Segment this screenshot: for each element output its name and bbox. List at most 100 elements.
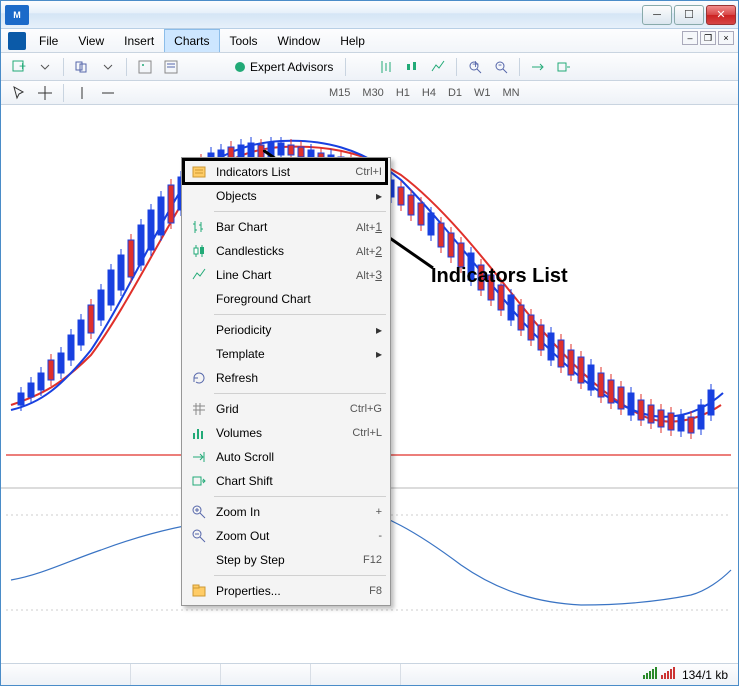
market-watch-button[interactable] [133, 56, 157, 78]
menu-item-label: Objects [216, 189, 376, 203]
close-button[interactable]: ✕ [706, 5, 736, 25]
menu-item-refresh[interactable]: Refresh [184, 366, 388, 390]
crosshair-button[interactable] [33, 82, 57, 104]
zoom-out-button[interactable]: - [489, 56, 513, 78]
menu-item-foreground-chart[interactable]: Foreground Chart [184, 287, 388, 311]
menu-shortcut: + [376, 506, 382, 518]
app-window: M ─ ☐ ✕ File View Insert Charts Tools Wi… [0, 0, 739, 686]
menu-item-line-chart[interactable]: Line ChartAlt+3 [184, 263, 388, 287]
transfer-label: 134/1 kb [682, 668, 728, 682]
submenu-arrow-icon: ▸ [376, 189, 382, 203]
menu-item-step-by-step[interactable]: Step by StepF12 [184, 548, 388, 572]
menu-item-label: Line Chart [216, 268, 356, 282]
chartshift-button[interactable] [552, 56, 576, 78]
expert-advisors-button[interactable]: Expert Advisors [227, 56, 339, 78]
candle-icon [188, 243, 210, 259]
menu-item-periodicity[interactable]: Periodicity▸ [184, 318, 388, 342]
vline-button[interactable] [70, 82, 94, 104]
maximize-button[interactable]: ☐ [674, 5, 704, 25]
menu-item-label: Refresh [216, 371, 382, 385]
menu-item-label: Step by Step [216, 553, 363, 567]
menu-charts[interactable]: Charts [164, 29, 219, 52]
menu-item-label: Indicators List [216, 165, 355, 179]
titlebar: M ─ ☐ ✕ [1, 1, 738, 29]
new-chart-button[interactable]: + [7, 56, 31, 78]
zoom-in-icon [188, 504, 210, 520]
menu-item-label: Candlesticks [216, 244, 356, 258]
chartshift-icon [188, 473, 210, 489]
menu-item-label: Volumes [216, 426, 352, 440]
tf-m30[interactable]: M30 [357, 85, 388, 101]
tf-d1[interactable]: D1 [443, 85, 467, 101]
menu-file[interactable]: File [29, 29, 68, 52]
menu-item-volumes[interactable]: VolumesCtrl+L [184, 421, 388, 445]
properties-icon [188, 583, 210, 599]
line-chart-icon [188, 267, 210, 283]
tf-h1[interactable]: H1 [391, 85, 415, 101]
dropdown-arrow[interactable] [33, 56, 57, 78]
candle-chart-button[interactable] [400, 56, 424, 78]
menu-tools[interactable]: Tools [220, 29, 268, 52]
profiles-button[interactable] [70, 56, 94, 78]
bar-chart-button[interactable] [374, 56, 398, 78]
annotation-label: Indicators List [431, 265, 568, 288]
menu-item-objects[interactable]: Objects▸ [184, 184, 388, 208]
bar-chart-icon [188, 219, 210, 235]
zoom-in-button[interactable]: + [463, 56, 487, 78]
menu-item-indicators-list[interactable]: Indicators ListCtrl+I [184, 160, 388, 184]
expert-advisors-label: Expert Advisors [250, 60, 333, 74]
svg-text:+: + [19, 59, 26, 73]
menu-item-label: Zoom In [216, 505, 376, 519]
menu-item-label: Auto Scroll [216, 450, 382, 464]
toolbar-drawing: M15 M30 H1 H4 D1 W1 MN [1, 81, 738, 105]
tf-m15[interactable]: M15 [324, 85, 355, 101]
menu-shortcut: Ctrl+L [352, 427, 382, 439]
tf-mn[interactable]: MN [498, 85, 525, 101]
statusbar: 134/1 kb [1, 663, 738, 685]
autoscroll-button[interactable] [526, 56, 550, 78]
svg-text:+: + [472, 59, 479, 71]
expert-icon [233, 60, 247, 74]
minimize-button[interactable]: ─ [642, 5, 672, 25]
svg-text:-: - [498, 59, 502, 71]
menu-shortcut: F12 [363, 554, 382, 566]
menu-item-template[interactable]: Template▸ [184, 342, 388, 366]
menu-item-grid[interactable]: GridCtrl+G [184, 397, 388, 421]
indicator-list-icon [188, 164, 210, 180]
menu-item-zoom-out[interactable]: Zoom Out- [184, 524, 388, 548]
hline-button[interactable] [96, 82, 120, 104]
menu-shortcut: - [378, 530, 382, 542]
menu-item-label: Bar Chart [216, 220, 356, 234]
menu-item-zoom-in[interactable]: Zoom In+ [184, 500, 388, 524]
menu-view[interactable]: View [68, 29, 114, 52]
tf-h4[interactable]: H4 [417, 85, 441, 101]
menu-item-chart-shift[interactable]: Chart Shift [184, 469, 388, 493]
menubar: File View Insert Charts Tools Window Hel… [1, 29, 738, 53]
submenu-arrow-icon: ▸ [376, 347, 382, 361]
zoom-out-icon [188, 528, 210, 544]
refresh-icon [188, 370, 210, 386]
menu-item-auto-scroll[interactable]: Auto Scroll [184, 445, 388, 469]
menu-item-properties-[interactable]: Properties...F8 [184, 579, 388, 603]
menu-item-bar-chart[interactable]: Bar ChartAlt+1 [184, 215, 388, 239]
mdi-close[interactable]: × [718, 31, 734, 45]
cursor-button[interactable] [7, 82, 31, 104]
menu-item-candlesticks[interactable]: CandlesticksAlt+2 [184, 239, 388, 263]
mdi-minimize[interactable]: – [682, 31, 698, 45]
menu-item-label: Properties... [216, 584, 369, 598]
mdi-restore[interactable]: ❐ [700, 31, 716, 45]
chart-area[interactable]: Indicators List Indicators ListCtrl+IObj… [1, 105, 738, 663]
tf-w1[interactable]: W1 [469, 85, 496, 101]
autoscroll-icon [188, 449, 210, 465]
toolbar-main: + Expert Advisors + - [1, 53, 738, 81]
navigator-button[interactable] [159, 56, 183, 78]
dropdown-arrow[interactable] [96, 56, 120, 78]
line-chart-button[interactable] [426, 56, 450, 78]
menu-shortcut: Ctrl+G [350, 403, 382, 415]
app-small-icon [5, 29, 29, 52]
menu-shortcut: F8 [369, 585, 382, 597]
connection-bars-icon [643, 667, 676, 682]
menu-window[interactable]: Window [268, 29, 331, 52]
menu-help[interactable]: Help [330, 29, 375, 52]
menu-insert[interactable]: Insert [114, 29, 164, 52]
